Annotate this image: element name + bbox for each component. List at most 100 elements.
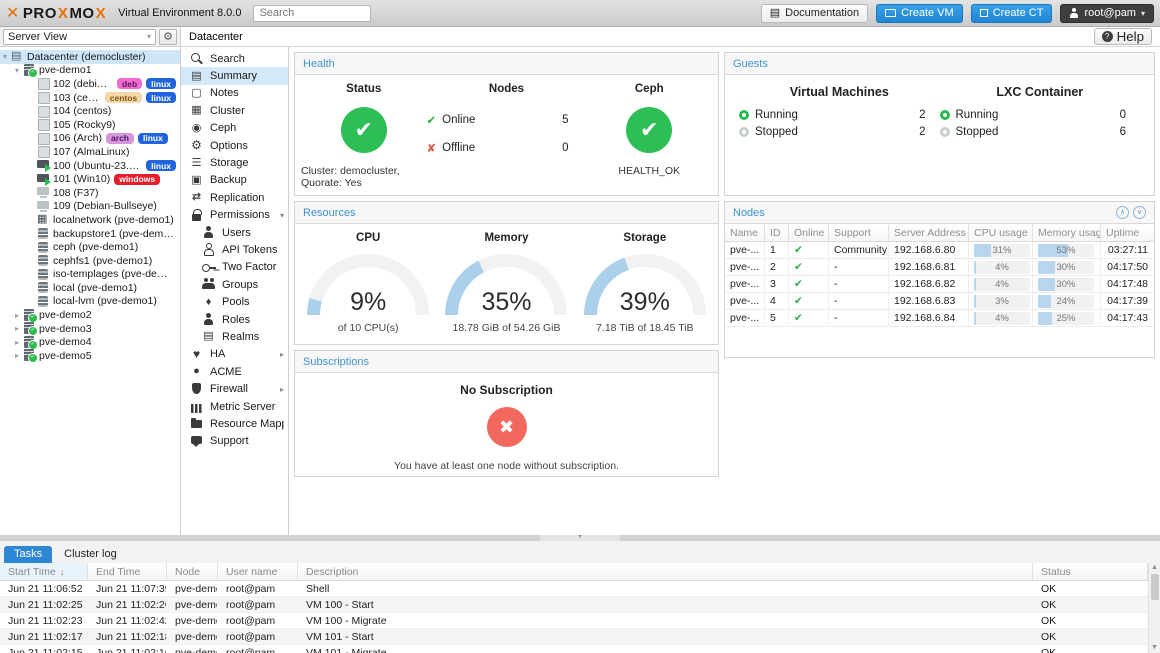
nav-item[interactable]: Realms <box>193 328 288 345</box>
splitter-grip-icon[interactable]: ▾ <box>540 535 620 541</box>
tree-item[interactable]: 100 (Ubuntu-23.04) linux <box>0 159 180 173</box>
column-header[interactable]: Online <box>789 224 829 241</box>
column-header[interactable]: Server Address <box>889 224 969 241</box>
tree-item[interactable]: 107 (AlmaLinux) <box>0 145 180 159</box>
tree-item[interactable]: 101 (Win10) windows <box>0 172 180 186</box>
task-row[interactable]: Jun 21 11:06:52 Jun 21 11:07:39 pve-demo… <box>0 581 1148 597</box>
expander-icon[interactable] <box>12 351 22 360</box>
expander-icon[interactable] <box>0 52 10 61</box>
column-header[interactable]: ID <box>765 224 789 241</box>
nav-item[interactable]: Cluster <box>181 102 288 119</box>
column-header[interactable]: End Time <box>88 563 167 580</box>
column-header[interactable]: Memory usage <box>1033 224 1101 241</box>
tree-item[interactable]: Datacenter (democluster) <box>0 50 180 64</box>
collapse-up-icon[interactable]: ∧ <box>1116 206 1129 219</box>
column-header[interactable]: Status <box>1033 563 1148 580</box>
column-header[interactable]: Name <box>725 224 765 241</box>
column-header-start-time[interactable]: Start Time↓ <box>0 563 88 580</box>
nav-item[interactable]: Firewall <box>181 380 288 397</box>
horizontal-splitter[interactable]: ▾ <box>0 535 1160 541</box>
expander-icon[interactable] <box>280 385 284 394</box>
expander-icon[interactable] <box>12 324 22 333</box>
nav-item[interactable]: Two Factor <box>193 259 288 276</box>
nav-item[interactable]: ACME <box>181 363 288 380</box>
nav-item[interactable]: Replication <box>181 189 288 206</box>
tree-item[interactable]: pve-demo2 <box>0 308 180 322</box>
node-row[interactable]: pve-... 1 ✔ Community 192.168.6.80 31% 5… <box>725 242 1154 259</box>
check-icon: ✔ <box>427 113 437 127</box>
column-header[interactable]: CPU usage <box>969 224 1033 241</box>
tree-item[interactable]: pve-demo4 <box>0 335 180 349</box>
user-menu-button[interactable]: root@pam ▾ <box>1060 4 1154 23</box>
tree-item[interactable]: 104 (centos) <box>0 104 180 118</box>
create-ct-button[interactable]: Create CT <box>971 4 1053 23</box>
nav-item[interactable]: HA <box>181 346 288 363</box>
expander-icon[interactable] <box>280 211 284 220</box>
nav-item[interactable]: Metric Server <box>181 398 288 415</box>
task-row[interactable]: Jun 21 11:02:25 Jun 21 11:02:26 pve-demo… <box>0 597 1148 613</box>
tree-item[interactable]: 103 (centosstream) centos linux <box>0 91 180 105</box>
column-header[interactable]: Description <box>298 563 1033 580</box>
nav-item[interactable]: Search <box>181 50 288 67</box>
tree-item[interactable]: pve-demo1 <box>0 64 180 78</box>
view-selector[interactable]: Server View ▾ <box>3 29 156 45</box>
nav-item[interactable]: Ceph <box>181 120 288 137</box>
nav-item[interactable]: Pools <box>193 293 288 310</box>
create-vm-button[interactable]: Create VM <box>876 4 963 23</box>
expander-icon[interactable] <box>12 338 22 347</box>
collapse-down-icon[interactable]: ∨ <box>1133 206 1146 219</box>
expander-icon[interactable] <box>12 311 22 320</box>
tree-item[interactable]: ceph (pve-demo1) <box>0 240 180 254</box>
nav-item[interactable]: Roles <box>193 311 288 328</box>
documentation-button[interactable]: ▤ Documentation <box>761 4 868 23</box>
nav-item[interactable]: Summary <box>181 67 288 84</box>
tree-item[interactable]: pve-demo3 <box>0 322 180 336</box>
expander-icon[interactable] <box>280 350 284 359</box>
tab-cluster-log[interactable]: Cluster log <box>54 546 127 563</box>
node-row[interactable]: pve-... 2 ✔ - 192.168.6.81 4% 30% 04:17:… <box>725 259 1154 276</box>
column-header[interactable]: Node <box>167 563 218 580</box>
scroll-up-icon[interactable]: ▲ <box>1151 563 1158 573</box>
nav-item[interactable]: Permissions <box>181 207 288 224</box>
tree-item[interactable]: 106 (Arch) arch linux <box>0 132 180 146</box>
tree-item[interactable]: iso-templages (pve-demo1) <box>0 268 180 282</box>
nav-item[interactable]: Notes <box>181 85 288 102</box>
nav-item[interactable]: Backup <box>181 172 288 189</box>
tree-item[interactable]: 109 (Debian-Bullseye) <box>0 200 180 214</box>
expander-icon[interactable] <box>12 66 22 75</box>
column-header[interactable]: User name <box>218 563 298 580</box>
global-search-input[interactable] <box>253 5 371 22</box>
nav-item[interactable]: Support <box>181 433 288 450</box>
nav-item[interactable]: Options <box>181 137 288 154</box>
node-row[interactable]: pve-... 3 ✔ - 192.168.6.82 4% 30% 04:17:… <box>725 276 1154 293</box>
tree-item[interactable]: cephfs1 (pve-demo1) <box>0 254 180 268</box>
tree-item[interactable]: localnetwork (pve-demo1) <box>0 213 180 227</box>
node-row[interactable]: pve-... 4 ✔ - 192.168.6.83 3% 24% 04:17:… <box>725 293 1154 310</box>
column-header[interactable]: Support <box>829 224 889 241</box>
scroll-down-icon[interactable]: ▼ <box>1151 643 1158 653</box>
task-row[interactable]: Jun 21 11:02:23 Jun 21 11:02:42 pve-demo… <box>0 613 1148 629</box>
tasks-scrollbar[interactable]: ▲ ▼ <box>1148 563 1160 653</box>
tree-item[interactable]: pve-demo5 <box>0 349 180 363</box>
task-row[interactable]: Jun 21 11:02:17 Jun 21 11:02:18 pve-demo… <box>0 629 1148 645</box>
node-name: pve-... <box>725 293 765 309</box>
tab-tasks[interactable]: Tasks <box>4 546 52 563</box>
nav-item[interactable]: API Tokens <box>193 241 288 258</box>
tree-item[interactable]: local-lvm (pve-demo1) <box>0 295 180 309</box>
task-row[interactable]: Jun 21 11:02:15 Jun 21 11:02:16 pve-demo… <box>0 645 1148 653</box>
tree-item[interactable]: 102 (debianbuster) deb linux <box>0 77 180 91</box>
tree-settings-button[interactable]: ⚙ <box>159 29 177 45</box>
help-button[interactable]: ? Help <box>1094 28 1152 45</box>
nav-item[interactable]: Storage <box>181 154 288 171</box>
tree-item[interactable]: local (pve-demo1) <box>0 281 180 295</box>
tree-item[interactable]: 108 (F37) <box>0 186 180 200</box>
tree-item[interactable]: 105 (Rocky9) <box>0 118 180 132</box>
nav-item[interactable]: Resource Mappings <box>181 415 288 432</box>
nav-item-label: Replication <box>210 192 284 204</box>
column-header[interactable]: Uptime <box>1101 224 1154 241</box>
tree-item[interactable]: backupstore1 (pve-demo1) <box>0 227 180 241</box>
scroll-thumb[interactable] <box>1151 574 1159 600</box>
nav-item[interactable]: Groups <box>193 276 288 293</box>
node-row[interactable]: pve-... 5 ✔ - 192.168.6.84 4% 25% 04:17:… <box>725 310 1154 327</box>
nav-item[interactable]: Users <box>193 224 288 241</box>
